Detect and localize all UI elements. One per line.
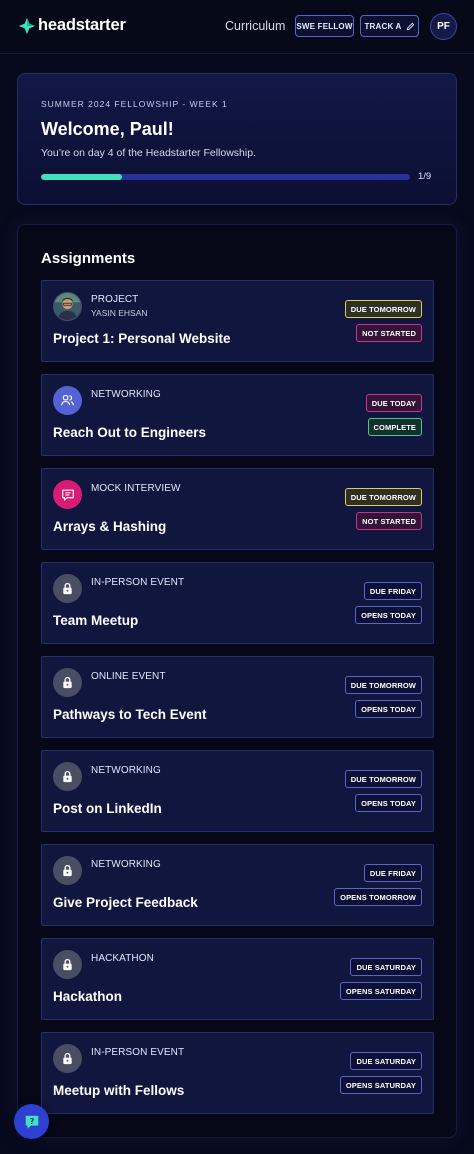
assignment-card[interactable]: IN-PERSON EVENT Meetup with Fellows DUE SA… xyxy=(41,1032,434,1114)
swe-fellow-label: SWE FELLOW xyxy=(296,21,353,31)
status-badge: OPENS SATURDAY xyxy=(339,982,422,1000)
status-badge: OPENS TOMORROW xyxy=(334,888,422,906)
due-badge: DUE FRIDAY xyxy=(363,864,422,882)
assignment-type: HACKATHON xyxy=(91,953,154,964)
assignment-mentor: YASIN EHSAN xyxy=(91,308,148,318)
progress-count: 1/9 xyxy=(418,171,432,182)
mentor-avatar xyxy=(53,292,82,321)
fellowship-progress-bar xyxy=(41,174,410,180)
help-button[interactable]: ? xyxy=(14,1104,49,1139)
lock-icon xyxy=(53,1044,82,1073)
assignment-card[interactable]: ONLINE EVENT Pathways to Tech Event DUE TO… xyxy=(41,656,434,738)
svg-text:?: ? xyxy=(29,1115,34,1125)
due-badge: DUE TOMORROW xyxy=(344,676,422,694)
assignment-title: Give Project Feedback xyxy=(53,895,198,910)
fellowship-week-label: SUMMER 2024 FELLOWSHIP - WEEK 1 xyxy=(41,99,228,109)
assignment-title: Pathways to Tech Event xyxy=(53,707,207,722)
status-badge: OPENS TODAY xyxy=(355,606,422,624)
headstarter-logo[interactable]: headstarter xyxy=(18,16,126,35)
due-badge: DUE TOMORROW xyxy=(344,300,422,318)
help-chat-icon: ? xyxy=(25,1115,38,1129)
assignment-title: Team Meetup xyxy=(53,613,139,628)
assignment-card[interactable]: NETWORKING Post on LinkedIn DUE TOMORROW OP… xyxy=(41,750,434,832)
assignment-card[interactable]: NETWORKING Reach Out to Engineers DUE TODA… xyxy=(41,374,434,456)
welcome-subtitle: You’re on day 4 of the Headstarter Fello… xyxy=(41,147,256,159)
due-badge: DUE SATURDAY xyxy=(350,1052,422,1070)
assignment-type: NETWORKING xyxy=(91,859,161,870)
due-badge: DUE TOMORROW xyxy=(344,770,422,788)
track-label: TRACK A xyxy=(364,21,402,31)
assignment-title: Post on LinkedIn xyxy=(53,801,162,816)
assignment-card[interactable]: MOCK INTERVIEW Arrays & Hashing DUE TOMORR… xyxy=(41,468,434,550)
status-badge: OPENS TODAY xyxy=(355,700,422,718)
assignment-card[interactable]: PROJECT YASIN EHSAN Project 1: Personal We… xyxy=(41,280,434,362)
assignment-type: NETWORKING xyxy=(91,389,161,400)
assignments-heading: Assignments xyxy=(41,250,136,267)
lock-icon xyxy=(53,950,82,979)
due-badge: DUE FRIDAY xyxy=(363,582,422,600)
lock-icon xyxy=(53,856,82,885)
lock-icon xyxy=(53,668,82,697)
assignment-type: NETWORKING xyxy=(91,765,161,776)
star-logo-icon xyxy=(18,17,36,34)
curriculum-link[interactable]: Curriculum xyxy=(225,19,285,33)
pencil-icon xyxy=(406,22,414,30)
status-badge: NOT STARTED xyxy=(356,324,422,342)
progress-fill xyxy=(41,174,123,180)
assignment-title: Reach Out to Engineers xyxy=(53,425,207,440)
lock-icon xyxy=(53,574,82,603)
assignment-title: Project 1: Personal Website xyxy=(53,331,231,346)
status-badge: OPENS SATURDAY xyxy=(339,1076,422,1094)
track-button[interactable]: TRACK A xyxy=(360,15,419,37)
top-navigation-bar: headstarter Curriculum SWE FELLOW TRACK … xyxy=(0,0,474,54)
status-badge: NOT STARTED xyxy=(356,512,422,530)
lock-icon xyxy=(53,762,82,791)
welcome-title: Welcome, Paul! xyxy=(41,119,174,139)
logo-text: headstarter xyxy=(38,16,126,34)
due-badge: DUE TODAY xyxy=(365,394,422,412)
status-badge: OPENS TODAY xyxy=(355,794,422,812)
assignment-title: Arrays & Hashing xyxy=(53,519,167,534)
chat-icon xyxy=(53,480,82,509)
assignments-panel: Assignments PROJECT YASIN EHSAN Project 1:… xyxy=(17,224,457,1138)
welcome-card: SUMMER 2024 FELLOWSHIP - WEEK 1 Welcome,… xyxy=(17,73,457,205)
assignment-card[interactable]: HACKATHON Hackathon DUE SATURDAY OPENS SATU… xyxy=(41,938,434,1020)
status-badge: COMPLETE xyxy=(367,418,422,436)
assignment-type: ONLINE EVENT xyxy=(91,671,166,682)
assignment-type: IN-PERSON EVENT xyxy=(91,577,185,588)
people-icon xyxy=(53,386,82,415)
swe-fellow-button[interactable]: SWE FELLOW xyxy=(295,15,354,37)
assignment-title: Meetup with Fellows xyxy=(53,1083,185,1098)
assignment-type: MOCK INTERVIEW xyxy=(91,483,181,494)
user-avatar-button[interactable]: PF xyxy=(430,13,457,40)
assignment-type: PROJECT xyxy=(91,294,139,305)
due-badge: DUE SATURDAY xyxy=(350,958,422,976)
assignment-card[interactable]: IN-PERSON EVENT Team Meetup DUE FRIDAY OPEN… xyxy=(41,562,434,644)
assignment-type: IN-PERSON EVENT xyxy=(91,1047,185,1058)
due-badge: DUE TOMORROW xyxy=(344,488,422,506)
avatar-initials: PF xyxy=(437,21,450,32)
assignment-card[interactable]: NETWORKING Give Project Feedback DUE FRIDA… xyxy=(41,844,434,926)
assignment-title: Hackathon xyxy=(53,989,123,1004)
